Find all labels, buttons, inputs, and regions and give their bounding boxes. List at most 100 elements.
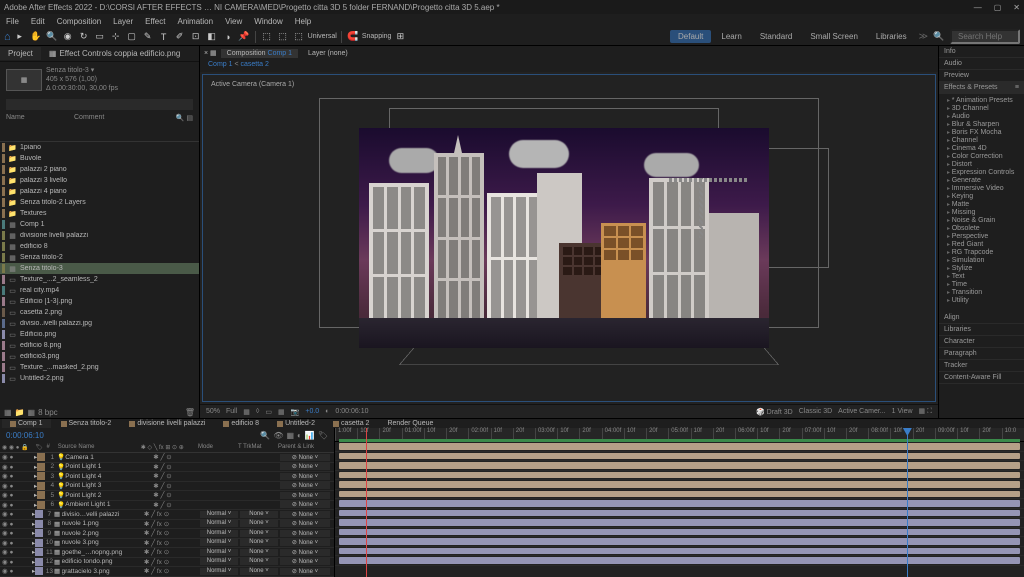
shape-tool-icon[interactable]: ▢ bbox=[125, 30, 139, 44]
bpc-label[interactable]: 8 bpc bbox=[38, 408, 58, 417]
workspace-libraries[interactable]: Libraries bbox=[868, 30, 915, 43]
exposure-icon[interactable]: ◐ bbox=[325, 408, 329, 415]
graph-icon[interactable]: 📊 bbox=[305, 431, 315, 440]
region-icon[interactable]: ▭ bbox=[265, 408, 272, 416]
minimize-icon[interactable]: — bbox=[974, 3, 982, 12]
clone-tool-icon[interactable]: ⊡ bbox=[189, 30, 203, 44]
comp-breadcrumb[interactable]: Comp 1 < casetta 2 bbox=[200, 60, 938, 72]
text-tool-icon[interactable]: T bbox=[157, 30, 171, 44]
effect-category[interactable]: Color Correction bbox=[947, 152, 1024, 160]
project-item[interactable]: ▦Senza titolo-2 bbox=[0, 252, 199, 263]
snapshot-icon[interactable]: 📷 bbox=[291, 408, 300, 416]
panel-character[interactable]: Character bbox=[939, 336, 1024, 348]
menu-animation[interactable]: Animation bbox=[171, 17, 219, 26]
local-axis-icon[interactable]: ⬚ bbox=[260, 30, 274, 44]
timeline-layer[interactable]: ◉ ●▸2💡Point Light 1✱ ╱ ⊙⊘ None ˅ bbox=[0, 463, 334, 473]
col-name[interactable]: Name bbox=[6, 114, 74, 139]
timeline-layer[interactable]: ◉ ●▸1💡Camera 1✱ ╱ ⊙⊘ None ˅ bbox=[0, 453, 334, 463]
tag-icon[interactable]: 🏷 bbox=[318, 431, 328, 440]
timeline-layer[interactable]: ◉ ●▸8▦nuvole 1.png✱ ╱ fx ⊙Normal ˅None ˅… bbox=[0, 520, 334, 530]
effect-category[interactable]: Noise & Grain bbox=[947, 216, 1024, 224]
effect-category[interactable]: Text bbox=[947, 272, 1024, 280]
new-folder-icon[interactable]: 📁 bbox=[15, 408, 25, 417]
menu-view[interactable]: View bbox=[219, 17, 248, 26]
playhead[interactable] bbox=[907, 428, 908, 577]
effect-category[interactable]: RG Trapcode bbox=[947, 248, 1024, 256]
frame-blend-icon[interactable]: ▦ bbox=[286, 431, 294, 440]
effects-presets-header[interactable]: Effects & Presets≡ bbox=[939, 82, 1024, 94]
effect-category[interactable]: 3D Channel bbox=[947, 104, 1024, 112]
project-item[interactable]: 📁Textures bbox=[0, 208, 199, 219]
panel-tracker[interactable]: Tracker bbox=[939, 360, 1024, 372]
project-item[interactable]: ▭divisio..ivelli palazzi.jpg bbox=[0, 318, 199, 329]
timeline-layer[interactable]: ◉ ●▸10▦nuvole 3.png✱ ╱ fx ⊙Normal ˅None … bbox=[0, 539, 334, 549]
project-item[interactable]: ▦divisione livelli palazzi bbox=[0, 230, 199, 241]
workspace-small-screen[interactable]: Small Screen bbox=[802, 30, 866, 43]
effect-category[interactable]: Expression Controls bbox=[947, 168, 1024, 176]
maximize-icon[interactable]: ▢ bbox=[994, 3, 1002, 12]
project-item[interactable]: 📁palazzi 4 piano bbox=[0, 186, 199, 197]
timeline-tab[interactable]: Senza titolo-2 bbox=[53, 419, 120, 428]
effect-category[interactable]: Stylize bbox=[947, 264, 1024, 272]
menu-composition[interactable]: Composition bbox=[51, 17, 107, 26]
mask-icon[interactable]: ◊ bbox=[256, 408, 259, 415]
snap-icon[interactable]: 🧲 bbox=[346, 30, 360, 44]
effect-category[interactable]: Immersive Video bbox=[947, 184, 1024, 192]
menu-help[interactable]: Help bbox=[289, 17, 317, 26]
camera-tool-icon[interactable]: ▭ bbox=[93, 30, 107, 44]
rotate-tool-icon[interactable]: ↻ bbox=[77, 30, 91, 44]
panel-paragraph[interactable]: Paragraph bbox=[939, 348, 1024, 360]
transparency-icon[interactable]: ▦ bbox=[278, 408, 285, 416]
orbit-tool-icon[interactable]: ◉ bbox=[61, 30, 75, 44]
snapping-label[interactable]: Snapping bbox=[362, 33, 392, 40]
puppet-tool-icon[interactable]: 📌 bbox=[237, 30, 251, 44]
trash-icon[interactable]: 🗑 bbox=[185, 408, 195, 417]
effect-category[interactable]: Cinema 4D bbox=[947, 144, 1024, 152]
selection-tool-icon[interactable]: ▸ bbox=[13, 30, 27, 44]
world-axis-icon[interactable]: ⬚ bbox=[276, 30, 290, 44]
project-item[interactable]: 📁palazzi 3 livello bbox=[0, 175, 199, 186]
project-item[interactable]: ▦Comp 1 bbox=[0, 219, 199, 230]
search-help-input[interactable] bbox=[950, 29, 1020, 44]
project-item[interactable]: ▭edificio 8.png bbox=[0, 340, 199, 351]
effect-category[interactable]: Distort bbox=[947, 160, 1024, 168]
project-item[interactable]: ▦Senza titolo-3 bbox=[0, 263, 199, 274]
project-item[interactable]: ▭real city.mp4 bbox=[0, 285, 199, 296]
menu-effect[interactable]: Effect bbox=[139, 17, 171, 26]
effect-category[interactable]: Keying bbox=[947, 192, 1024, 200]
panel-content-aware-fill[interactable]: Content-Aware Fill bbox=[939, 372, 1024, 384]
project-item[interactable]: ▦edificio 8 bbox=[0, 241, 199, 252]
tab-effect-controls[interactable]: ▦ Effect Controls coppia edificio.png bbox=[41, 47, 188, 60]
menu-file[interactable]: File bbox=[0, 17, 25, 26]
timeline-layer[interactable]: ◉ ●▸11▦goethe_…nopng.png✱ ╱ fx ⊙Normal ˅… bbox=[0, 548, 334, 558]
project-item[interactable]: 📁Buvole bbox=[0, 153, 199, 164]
timeline-tab[interactable]: casetta 2 bbox=[325, 419, 377, 428]
renderer-select[interactable]: Classic 3D bbox=[799, 408, 832, 415]
effect-category[interactable]: * Animation Presets bbox=[947, 96, 1024, 104]
interp-icon[interactable]: ▦ bbox=[4, 408, 12, 417]
col-comment[interactable]: Comment bbox=[74, 114, 104, 139]
project-item[interactable]: ▭Untitled-2.png bbox=[0, 373, 199, 384]
timeline-tab[interactable]: Untitled-2 bbox=[269, 419, 323, 428]
timeline-layer[interactable]: ◉ ●▸7▦divisio…velli palazzi✱ ╱ fx ⊙Norma… bbox=[0, 510, 334, 520]
zoom-tool-icon[interactable]: 🔍 bbox=[45, 30, 59, 44]
viewcount-select[interactable]: 1 View bbox=[892, 408, 913, 415]
tab-composition[interactable]: Composition Comp 1 bbox=[221, 49, 298, 58]
home-icon[interactable]: ⌂ bbox=[4, 31, 11, 43]
search-icon[interactable]: 🔍 bbox=[260, 431, 270, 440]
project-item[interactable]: 📁Senza titolo-2 Layers bbox=[0, 197, 199, 208]
motion-blur-icon[interactable]: ◐ bbox=[297, 431, 302, 440]
timeline-layer[interactable]: ◉ ●▸13▦grattacielo 3.png✱ ╱ fx ⊙Normal ˅… bbox=[0, 567, 334, 577]
effect-category[interactable]: Matte bbox=[947, 200, 1024, 208]
snap-opt-icon[interactable]: ⊞ bbox=[393, 30, 407, 44]
panel-audio[interactable]: Audio bbox=[939, 58, 1024, 70]
workspace-default[interactable]: Default bbox=[670, 30, 711, 43]
timeline-layer[interactable]: ◉ ●▸6💡Ambient Light 1✱ ╱ ⊙⊘ None ˅ bbox=[0, 501, 334, 511]
effect-category[interactable]: Red Giant bbox=[947, 240, 1024, 248]
project-item[interactable]: ▭edificio3.png bbox=[0, 351, 199, 362]
effect-category[interactable]: Boris FX Mocha bbox=[947, 128, 1024, 136]
panel-preview[interactable]: Preview bbox=[939, 70, 1024, 82]
hand-tool-icon[interactable]: ✋ bbox=[29, 30, 43, 44]
project-item[interactable]: ▭Texture_...masked_2.png bbox=[0, 362, 199, 373]
workspace-learn[interactable]: Learn bbox=[713, 30, 749, 43]
